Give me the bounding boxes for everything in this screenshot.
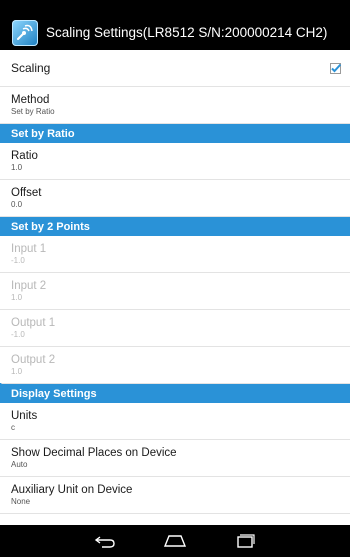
back-icon — [94, 536, 115, 548]
output2-value: 1.0 — [11, 367, 23, 376]
offset-label: Offset — [11, 187, 42, 199]
method-label: Method — [11, 94, 50, 106]
navigation-bar — [0, 525, 350, 557]
decimal-places-label: Show Decimal Places on Device — [11, 447, 177, 459]
app-icon[interactable] — [12, 19, 38, 46]
section-display-settings: Display Settings — [0, 384, 350, 403]
method-value: Set by Ratio — [11, 107, 55, 116]
settings-list: Scaling Method Set by Ratio Set by Ratio… — [0, 50, 350, 514]
input2-row: Input 2 1.0 — [0, 273, 350, 310]
input2-value: 1.0 — [11, 293, 23, 302]
section-set-by-ratio: Set by Ratio — [0, 124, 350, 143]
status-bar — [0, 0, 350, 15]
auxiliary-unit-row[interactable]: Auxiliary Unit on Device None — [0, 477, 350, 514]
scaling-toggle-row[interactable]: Scaling — [0, 50, 350, 87]
offset-value: 0.0 — [11, 200, 23, 209]
input1-value: -1.0 — [11, 256, 25, 265]
ratio-value: 1.0 — [11, 163, 23, 172]
section-set-by-2-points: Set by 2 Points — [0, 217, 350, 236]
units-row[interactable]: Units c — [0, 403, 350, 440]
units-label: Units — [11, 410, 38, 422]
checkbox-checked-icon[interactable] — [330, 63, 341, 74]
recents-icon — [237, 534, 255, 548]
input1-label: Input 1 — [11, 243, 47, 255]
home-button[interactable] — [140, 534, 210, 548]
scroll-edge-indicator — [0, 383, 4, 393]
ratio-row[interactable]: Ratio 1.0 — [0, 143, 350, 180]
input1-row: Input 1 -1.0 — [0, 236, 350, 273]
method-row[interactable]: Method Set by Ratio — [0, 87, 350, 124]
page-title: Scaling Settings(LR8512 S/N:200000214 CH… — [46, 25, 328, 40]
back-button[interactable] — [70, 534, 140, 548]
output1-value: -1.0 — [11, 330, 25, 339]
recents-button[interactable] — [210, 534, 280, 548]
offset-row[interactable]: Offset 0.0 — [0, 180, 350, 217]
action-bar: Scaling Settings(LR8512 S/N:200000214 CH… — [0, 15, 350, 50]
ratio-label: Ratio — [11, 150, 38, 162]
units-value: c — [11, 423, 15, 432]
scaling-label: Scaling — [11, 61, 51, 75]
home-icon — [163, 535, 187, 547]
input2-label: Input 2 — [11, 280, 47, 292]
output2-label: Output 2 — [11, 354, 56, 366]
wave-sensor-icon — [17, 24, 33, 40]
output1-row: Output 1 -1.0 — [0, 310, 350, 347]
auxiliary-unit-label: Auxiliary Unit on Device — [11, 484, 133, 496]
auxiliary-unit-value: None — [11, 497, 31, 506]
output1-label: Output 1 — [11, 317, 56, 329]
decimal-places-value: Auto — [11, 460, 28, 469]
output2-row: Output 2 1.0 — [0, 347, 350, 384]
decimal-places-row[interactable]: Show Decimal Places on Device Auto — [0, 440, 350, 477]
